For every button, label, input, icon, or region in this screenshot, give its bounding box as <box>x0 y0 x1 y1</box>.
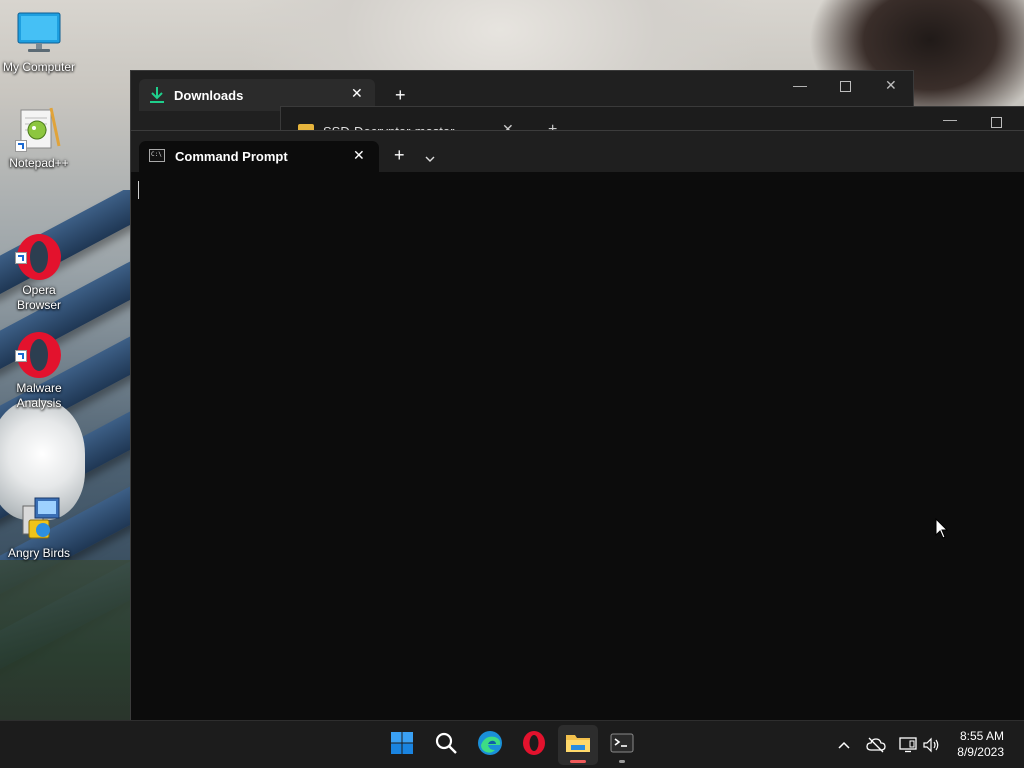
minimize-icon[interactable]: — <box>793 77 807 93</box>
new-tab-icon[interactable]: + <box>394 145 405 166</box>
terminal-button[interactable] <box>602 725 642 765</box>
chevron-up-icon[interactable] <box>834 735 854 755</box>
maximize-icon[interactable] <box>840 81 851 92</box>
terminal-window[interactable]: C:\ Command Prompt ✕ + <box>130 130 1024 721</box>
search-icon <box>434 731 458 760</box>
running-indicator <box>619 760 625 763</box>
start-icon <box>390 731 414 760</box>
shortcut-arrow-icon <box>15 350 27 362</box>
edge-icon <box>477 730 503 761</box>
installer-icon <box>15 496 63 544</box>
network-icon[interactable] <box>898 735 918 755</box>
download-icon <box>149 86 165 107</box>
tab-command-prompt[interactable]: C:\ Command Prompt ✕ <box>139 141 379 172</box>
terminal-icon <box>610 733 634 758</box>
close-tab-icon[interactable]: ✕ <box>351 85 363 102</box>
search-button[interactable] <box>426 725 466 765</box>
shortcut-arrow-icon <box>15 140 27 152</box>
mouse-pointer-icon <box>935 517 949 545</box>
volume-icon[interactable] <box>921 735 941 755</box>
terminal-console[interactable] <box>131 172 1024 721</box>
running-indicator <box>570 760 586 763</box>
close-tab-icon[interactable]: ✕ <box>353 147 365 164</box>
new-tab-icon[interactable]: + <box>395 85 406 106</box>
notepadpp-icon <box>15 106 63 154</box>
desktop-icon-label: Angry Birds <box>7 546 71 560</box>
text-cursor <box>138 181 139 199</box>
desktop-icon-label: My Computer <box>2 60 76 74</box>
shortcut-arrow-icon <box>15 252 27 264</box>
clock-date: 8/9/2023 <box>957 745 1004 759</box>
desktop-icon-label: Malware Analysis <box>16 381 62 410</box>
terminal-titlebar[interactable]: C:\ Command Prompt ✕ + <box>131 131 1024 172</box>
file-explorer-icon <box>565 731 591 760</box>
monitor-icon <box>15 10 63 58</box>
system-clock[interactable]: 8:55 AM 8/9/2023 <box>957 728 1004 760</box>
opera-icon <box>15 316 63 378</box>
cmd-icon: C:\ <box>149 149 165 162</box>
minimize-icon[interactable]: — <box>943 111 957 127</box>
chevron-down-icon[interactable] <box>425 150 435 168</box>
start-button[interactable] <box>382 725 422 765</box>
desktop-icon-malware-analysis[interactable]: Malware Analysis <box>1 301 77 426</box>
file-explorer-button[interactable] <box>558 725 598 765</box>
tab-label: Command Prompt <box>175 149 288 164</box>
clock-time: 8:55 AM <box>959 729 1004 743</box>
opera-taskbar-button[interactable] <box>514 725 554 765</box>
taskbar: 8:55 AM 8/9/2023 <box>0 720 1024 768</box>
close-window-icon[interactable]: ✕ <box>885 77 897 94</box>
edge-button[interactable] <box>470 725 510 765</box>
desktop-icon-my-computer[interactable]: My Computer <box>1 10 77 75</box>
desktop-icon-notepadpp[interactable]: Notepad++ <box>1 106 77 171</box>
desktop-icon-angry-birds[interactable]: Angry Birds <box>1 496 77 561</box>
opera-icon <box>521 730 547 761</box>
maximize-icon[interactable] <box>991 117 1002 128</box>
wallpaper-grass <box>0 560 135 720</box>
tab-label: Downloads <box>174 88 244 103</box>
desktop-icon-label: Notepad++ <box>9 156 69 170</box>
opera-icon <box>15 218 63 280</box>
cloud-offline-icon[interactable] <box>866 735 886 755</box>
